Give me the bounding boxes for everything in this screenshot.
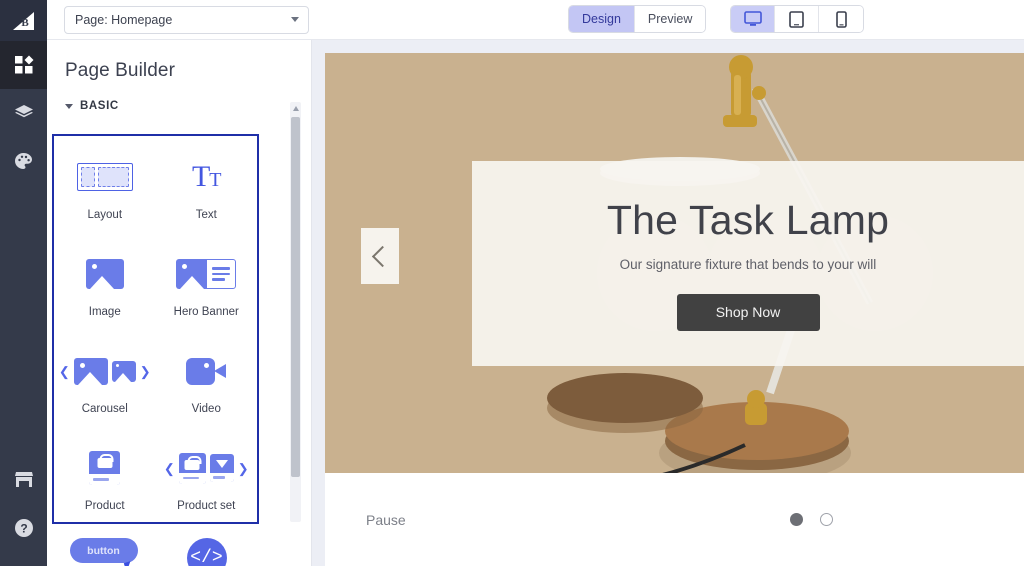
canvas-area: The Task Lamp Our signature fixture that… bbox=[312, 40, 1024, 566]
palette-icon bbox=[15, 152, 32, 169]
widget-button[interactable]: button bbox=[52, 530, 155, 566]
widget-label: Product set bbox=[177, 500, 236, 512]
chevron-right-icon: ❯ bbox=[139, 363, 151, 379]
widget-label: Hero Banner bbox=[173, 306, 239, 318]
page-select[interactable]: Page: Homepage bbox=[64, 5, 309, 34]
sidebar-item-theme[interactable] bbox=[0, 137, 47, 185]
triangle-b-logo-icon: B bbox=[13, 11, 34, 30]
sidebar-item-layers[interactable] bbox=[0, 89, 47, 137]
widget-product[interactable]: Product bbox=[54, 439, 156, 536]
hero-banner-icon bbox=[176, 252, 237, 296]
section-header-basic[interactable]: BASIC bbox=[47, 82, 311, 112]
sidebar-item-help[interactable]: ? bbox=[0, 504, 47, 552]
widget-product-set[interactable]: ❮ ❯ Product set bbox=[156, 439, 258, 536]
shop-now-button[interactable]: Shop Now bbox=[676, 293, 820, 331]
widget-label: Layout bbox=[87, 209, 123, 221]
scroll-up-arrow-icon[interactable] bbox=[290, 102, 301, 115]
page-title: Page Builder bbox=[65, 60, 175, 81]
carousel-control-bar: Pause bbox=[325, 473, 1024, 566]
svg-text:?: ? bbox=[20, 522, 27, 536]
panel-scrollbar[interactable] bbox=[290, 102, 301, 522]
hero-banner-section[interactable]: The Task Lamp Our signature fixture that… bbox=[325, 53, 1024, 473]
mobile-icon bbox=[836, 10, 847, 28]
chevron-right-icon: ❯ bbox=[237, 460, 249, 476]
top-toolbar: Page: Homepage Design Preview bbox=[47, 0, 1024, 40]
scrollbar-thumb[interactable] bbox=[291, 117, 300, 477]
button-icon-label: button bbox=[87, 544, 120, 557]
hero-headline: The Task Lamp bbox=[606, 196, 890, 243]
widget-label: Image bbox=[88, 306, 121, 318]
svg-text:B: B bbox=[21, 17, 29, 29]
layers-icon bbox=[14, 105, 33, 118]
widget-label: Product bbox=[84, 500, 125, 512]
storefront-icon bbox=[14, 472, 33, 487]
product-icon bbox=[89, 446, 121, 490]
hero-text-card: The Task Lamp Our signature fixture that… bbox=[472, 161, 1024, 366]
widget-label: Video bbox=[191, 403, 221, 415]
widgets-panel: Page Builder BASIC Layout TT Text Image … bbox=[47, 40, 312, 566]
widget-carousel[interactable]: ❮ ❯ Carousel bbox=[54, 342, 156, 439]
device-mobile-button[interactable] bbox=[819, 6, 864, 32]
device-tablet-button[interactable] bbox=[775, 6, 820, 32]
widget-label: Text bbox=[195, 209, 217, 221]
triangle-down-icon bbox=[65, 103, 73, 109]
desktop-icon bbox=[744, 11, 762, 26]
widget-video[interactable]: Video bbox=[156, 342, 258, 439]
product-set-icon: ❮ ❯ bbox=[164, 446, 249, 490]
widget-group-highlight: Layout TT Text Image Hero Banner ❮ ❯ Car… bbox=[52, 134, 259, 524]
sidebar-item-widgets[interactable] bbox=[0, 41, 47, 89]
carousel-pause-button[interactable]: Pause bbox=[366, 512, 406, 528]
widget-partial-row: button </> bbox=[52, 530, 259, 566]
section-label: BASIC bbox=[80, 100, 119, 112]
widget-hero-banner[interactable]: Hero Banner bbox=[156, 245, 258, 342]
layout-icon bbox=[76, 155, 133, 199]
toolbar-right-group: Design Preview bbox=[568, 5, 865, 33]
image-icon bbox=[85, 252, 124, 296]
text-icon: TT bbox=[191, 160, 222, 193]
site-preview: The Task Lamp Our signature fixture that… bbox=[325, 53, 1024, 566]
widget-label: Carousel bbox=[81, 403, 128, 415]
carousel-dots bbox=[790, 513, 833, 526]
widget-grid: Layout TT Text Image Hero Banner ❮ ❯ Car… bbox=[54, 136, 257, 536]
tablet-icon bbox=[789, 10, 805, 28]
left-rail: B ? bbox=[0, 0, 47, 566]
tab-preview[interactable]: Preview bbox=[634, 6, 706, 32]
carousel-prev-button[interactable] bbox=[361, 228, 399, 284]
chevron-left-icon: ❮ bbox=[58, 363, 70, 379]
carousel-icon: ❮ ❯ bbox=[59, 349, 151, 393]
cursor-arrow-icon bbox=[123, 561, 133, 566]
chevron-left-icon: ❮ bbox=[163, 460, 175, 476]
carousel-dot-2[interactable] bbox=[820, 513, 833, 526]
video-icon bbox=[186, 349, 227, 393]
sidebar-item-store[interactable] bbox=[0, 456, 47, 504]
mode-toggle: Design Preview bbox=[568, 5, 707, 33]
button-icon: button bbox=[69, 538, 138, 566]
help-circle-icon: ? bbox=[14, 519, 33, 537]
widget-text[interactable]: TT Text bbox=[156, 148, 258, 245]
page-select-label: Page: Homepage bbox=[75, 12, 173, 27]
widget-code-embed[interactable]: </> bbox=[155, 530, 258, 566]
widget-layout[interactable]: Layout bbox=[54, 148, 156, 245]
widget-image[interactable]: Image bbox=[54, 245, 156, 342]
carousel-dot-1[interactable] bbox=[790, 513, 803, 526]
code-embed-icon: </> bbox=[186, 538, 227, 566]
hero-subheadline: Our signature fixture that bends to your… bbox=[619, 256, 877, 272]
app-logo[interactable]: B bbox=[0, 0, 47, 41]
chevron-left-icon bbox=[371, 245, 393, 267]
device-desktop-button[interactable] bbox=[731, 6, 776, 32]
page-builder-app: B ? Page: Homepage Design Preview Page B… bbox=[0, 0, 1024, 566]
device-toggle bbox=[730, 5, 865, 33]
chevron-down-icon bbox=[291, 17, 299, 22]
tab-design[interactable]: Design bbox=[569, 6, 635, 32]
widgets-grid-icon bbox=[14, 55, 33, 74]
